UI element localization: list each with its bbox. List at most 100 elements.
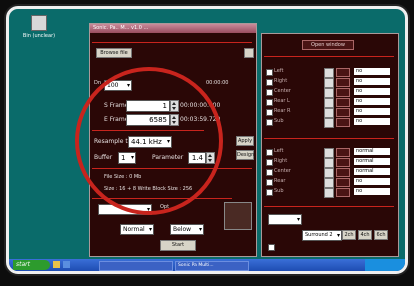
row-box (336, 148, 350, 157)
row-select[interactable]: normal (354, 168, 390, 175)
list-item[interactable]: Center no (266, 88, 390, 98)
checkbox[interactable] (266, 149, 273, 156)
list-item[interactable]: Right no (266, 78, 390, 88)
checkbox[interactable] (266, 89, 273, 96)
list-item[interactable]: Center normal (266, 168, 390, 178)
row-label: Sub (274, 118, 284, 124)
row-select[interactable]: normal (354, 148, 390, 155)
system-tray (365, 259, 405, 271)
desktop-icon[interactable]: Bin (unclear) (19, 15, 59, 39)
row-stepper[interactable] (324, 188, 334, 198)
start-frame-label: S Frame (104, 102, 129, 109)
row-select[interactable]: no (354, 108, 390, 115)
desktop-icon-label: Bin (unclear) (22, 33, 56, 39)
ch6-button[interactable]: 6ch (374, 230, 388, 240)
row-stepper[interactable] (324, 98, 334, 108)
row-box (336, 178, 350, 187)
checkbox[interactable] (266, 69, 273, 76)
row-label: Center (274, 168, 291, 174)
below-select[interactable]: Below (170, 224, 204, 235)
start-frame-input[interactable]: 1 (126, 100, 170, 112)
row-select[interactable]: no (354, 118, 390, 125)
start-button[interactable]: Start (160, 240, 196, 251)
checkbox[interactable] (266, 169, 273, 176)
row-select[interactable]: no (354, 188, 390, 195)
apply-button[interactable]: Apply (236, 136, 254, 146)
main-window: Sonic. Pa.. M... v1.0 ... Browse file Dn… (89, 23, 257, 257)
checkbox[interactable] (266, 99, 273, 106)
list-item[interactable]: Sub no (266, 118, 390, 128)
divider (92, 130, 204, 131)
param-stepper[interactable] (206, 152, 215, 164)
list-item[interactable]: Right normal (266, 158, 390, 168)
row-select[interactable]: no (354, 68, 390, 75)
buffer-label: Buffer (94, 154, 113, 161)
checkbox[interactable] (266, 109, 273, 116)
row-select[interactable]: no (354, 98, 390, 105)
row-box (336, 78, 350, 87)
right-rows-2: Left normal Right normal Center normal Rear… (262, 148, 398, 198)
design-button[interactable]: Design (236, 150, 254, 160)
row-box (336, 88, 350, 97)
row-box (336, 98, 350, 107)
sample-label: Resample to (94, 138, 132, 145)
row-box (336, 158, 350, 167)
row-stepper[interactable] (324, 108, 334, 118)
list-item[interactable]: Rear L no (266, 98, 390, 108)
checkbox[interactable] (266, 189, 273, 196)
right-top-button[interactable]: Open window (302, 40, 354, 50)
right-option-select[interactable] (268, 214, 302, 225)
list-item[interactable]: Sub no (266, 188, 390, 198)
row-stepper[interactable] (324, 88, 334, 98)
row-select[interactable]: no (354, 78, 390, 85)
ch2-button[interactable]: 2ch (342, 230, 356, 240)
taskbar-item[interactable] (99, 261, 173, 271)
checkbox[interactable] (266, 119, 273, 126)
row-label: Left (274, 68, 284, 74)
row-stepper[interactable] (324, 148, 334, 158)
end-frame-input[interactable]: 6585 (126, 114, 170, 126)
quicklaunch-icon[interactable] (63, 261, 70, 268)
row-stepper[interactable] (324, 78, 334, 88)
list-item[interactable]: Left no (266, 68, 390, 78)
surround-select[interactable]: Surround 2 (302, 230, 342, 241)
row-stepper[interactable] (324, 168, 334, 178)
param-label: Parameter (152, 154, 184, 161)
row-stepper[interactable] (324, 68, 334, 78)
normal-select[interactable]: Normal (120, 224, 154, 235)
checkbox[interactable] (266, 159, 273, 166)
format-text: Size : 16 + 8 Write Block Size : 256 (104, 186, 193, 192)
taskbar: start Sonic Pa Multi... (9, 259, 405, 271)
row-select[interactable]: normal (354, 158, 390, 165)
sample-select[interactable]: 44.1 kHz (128, 136, 172, 148)
bottom-checkbox[interactable] (268, 244, 275, 251)
file-size-text: File Size : 0 Mb (104, 174, 142, 180)
list-select[interactable]: 100 (104, 80, 132, 91)
browse-file-button[interactable]: Browse file (96, 48, 132, 58)
list-item[interactable]: Rear no (266, 178, 390, 188)
list-item[interactable]: Left normal (266, 148, 390, 158)
end-frame-stepper[interactable] (170, 114, 179, 126)
start-menu-button[interactable]: start (13, 260, 50, 270)
small-button[interactable] (244, 48, 254, 58)
buffer-select[interactable]: 1 (118, 152, 136, 164)
quicklaunch-icon[interactable] (53, 261, 60, 268)
row-stepper[interactable] (324, 158, 334, 168)
row-label: Right (274, 158, 288, 164)
main-window-titlebar: Sonic. Pa.. M... v1.0 ... (90, 24, 256, 33)
divider (92, 42, 252, 43)
start-frame-time: 00:00:00.000 (180, 102, 221, 109)
start-frame-stepper[interactable] (170, 100, 179, 112)
param-input[interactable]: 1.4 (188, 152, 206, 164)
row-stepper[interactable] (324, 178, 334, 188)
checkbox[interactable] (266, 79, 273, 86)
ch4-button[interactable]: 4ch (358, 230, 372, 240)
row-select[interactable]: no (354, 178, 390, 185)
row-stepper[interactable] (324, 118, 334, 128)
taskbar-item[interactable]: Sonic Pa Multi... (175, 261, 249, 271)
option-select[interactable] (98, 204, 152, 215)
list-item[interactable]: Rear R no (266, 108, 390, 118)
right-rows: Left no Right no Center no Rear L no Rear R n… (262, 68, 398, 128)
checkbox[interactable] (266, 179, 273, 186)
row-select[interactable]: no (354, 88, 390, 95)
